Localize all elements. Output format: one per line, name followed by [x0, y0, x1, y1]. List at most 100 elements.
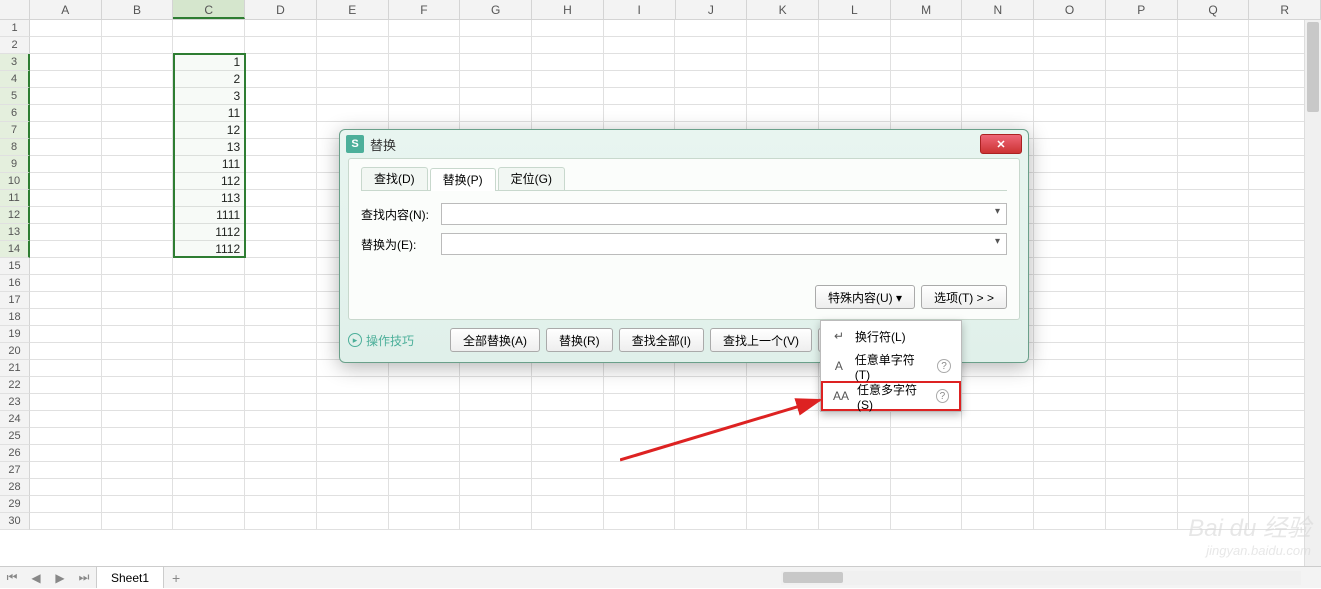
cell[interactable]: 1 [173, 54, 245, 71]
tab-goto[interactable]: 定位(G) [498, 167, 565, 190]
cell[interactable] [1106, 496, 1178, 513]
cell[interactable] [891, 479, 963, 496]
cell[interactable] [102, 513, 174, 530]
cell[interactable] [1178, 462, 1250, 479]
cell[interactable] [1034, 156, 1106, 173]
cell[interactable] [604, 428, 676, 445]
cell[interactable] [389, 445, 461, 462]
cell[interactable] [245, 173, 317, 190]
horizontal-scrollbar[interactable] [781, 571, 1301, 585]
cell[interactable] [102, 139, 174, 156]
cell[interactable] [1106, 122, 1178, 139]
cell[interactable] [1178, 326, 1250, 343]
cell[interactable] [1106, 190, 1178, 207]
row-header[interactable]: 23 [0, 394, 30, 411]
cell[interactable] [245, 258, 317, 275]
cell[interactable] [389, 513, 461, 530]
cell[interactable] [245, 411, 317, 428]
row-header[interactable]: 21 [0, 360, 30, 377]
cell[interactable] [102, 275, 174, 292]
cell[interactable] [245, 394, 317, 411]
cell[interactable] [747, 479, 819, 496]
cell[interactable] [1034, 258, 1106, 275]
cell[interactable] [1178, 292, 1250, 309]
cell[interactable] [1178, 37, 1250, 54]
cell[interactable] [1178, 71, 1250, 88]
cell[interactable] [30, 122, 102, 139]
cell[interactable] [173, 428, 245, 445]
cell[interactable] [173, 275, 245, 292]
dialog-titlebar[interactable]: S 替换 ✕ [340, 130, 1028, 158]
cell[interactable] [1034, 190, 1106, 207]
cell[interactable] [30, 54, 102, 71]
help-icon[interactable]: ? [937, 359, 951, 373]
cell[interactable] [1178, 394, 1250, 411]
vertical-scroll-thumb[interactable] [1307, 22, 1319, 112]
cell[interactable] [30, 37, 102, 54]
cell[interactable] [460, 71, 532, 88]
col-header-A[interactable]: A [30, 0, 102, 19]
tab-replace[interactable]: 替换(P) [430, 168, 496, 191]
row-header[interactable]: 13 [0, 224, 30, 241]
cell[interactable] [891, 71, 963, 88]
cell[interactable] [891, 37, 963, 54]
cell[interactable] [604, 411, 676, 428]
cell[interactable] [30, 139, 102, 156]
options-button[interactable]: 选项(T) > > [921, 285, 1007, 309]
cell[interactable] [102, 326, 174, 343]
cell[interactable] [1178, 139, 1250, 156]
cell[interactable] [819, 37, 891, 54]
cell[interactable] [532, 88, 604, 105]
cell[interactable] [30, 156, 102, 173]
cell[interactable] [1178, 122, 1250, 139]
cell[interactable] [389, 37, 461, 54]
cell[interactable] [1178, 479, 1250, 496]
cell[interactable] [891, 496, 963, 513]
cell[interactable] [1034, 377, 1106, 394]
row-header[interactable]: 16 [0, 275, 30, 292]
cell[interactable] [1034, 105, 1106, 122]
cell[interactable] [1178, 428, 1250, 445]
tab-nav-next[interactable]: ▶ [48, 567, 72, 589]
add-sheet-button[interactable]: + [164, 570, 188, 586]
cell[interactable] [532, 411, 604, 428]
cell[interactable] [1106, 394, 1178, 411]
col-header-J[interactable]: J [676, 0, 748, 19]
cell[interactable] [1106, 224, 1178, 241]
cell[interactable] [389, 479, 461, 496]
cell[interactable] [747, 88, 819, 105]
cell[interactable] [1034, 54, 1106, 71]
cell[interactable] [962, 394, 1034, 411]
cell[interactable] [1178, 275, 1250, 292]
cell[interactable] [1034, 496, 1106, 513]
cell[interactable] [30, 71, 102, 88]
cell[interactable] [389, 20, 461, 37]
cell[interactable] [1106, 343, 1178, 360]
cell[interactable] [1034, 122, 1106, 139]
cell[interactable] [245, 20, 317, 37]
cell[interactable] [1106, 292, 1178, 309]
col-header-G[interactable]: G [460, 0, 532, 19]
cell[interactable] [962, 54, 1034, 71]
cell[interactable] [102, 71, 174, 88]
cell[interactable]: 1112 [173, 224, 245, 241]
cell[interactable] [460, 37, 532, 54]
cell[interactable] [675, 377, 747, 394]
cell[interactable]: 111 [173, 156, 245, 173]
cell[interactable] [389, 462, 461, 479]
cell[interactable] [819, 105, 891, 122]
cell[interactable] [173, 445, 245, 462]
row-header[interactable]: 1 [0, 20, 30, 37]
cell[interactable] [604, 496, 676, 513]
cell[interactable] [891, 20, 963, 37]
cell[interactable] [173, 258, 245, 275]
cell[interactable] [317, 462, 389, 479]
cell[interactable] [30, 445, 102, 462]
cell[interactable] [389, 71, 461, 88]
replace-all-button[interactable]: 全部替换(A) [450, 328, 540, 352]
cell[interactable] [1034, 343, 1106, 360]
cell[interactable] [1106, 309, 1178, 326]
cell[interactable] [102, 241, 174, 258]
cell[interactable] [532, 479, 604, 496]
cell[interactable] [102, 292, 174, 309]
